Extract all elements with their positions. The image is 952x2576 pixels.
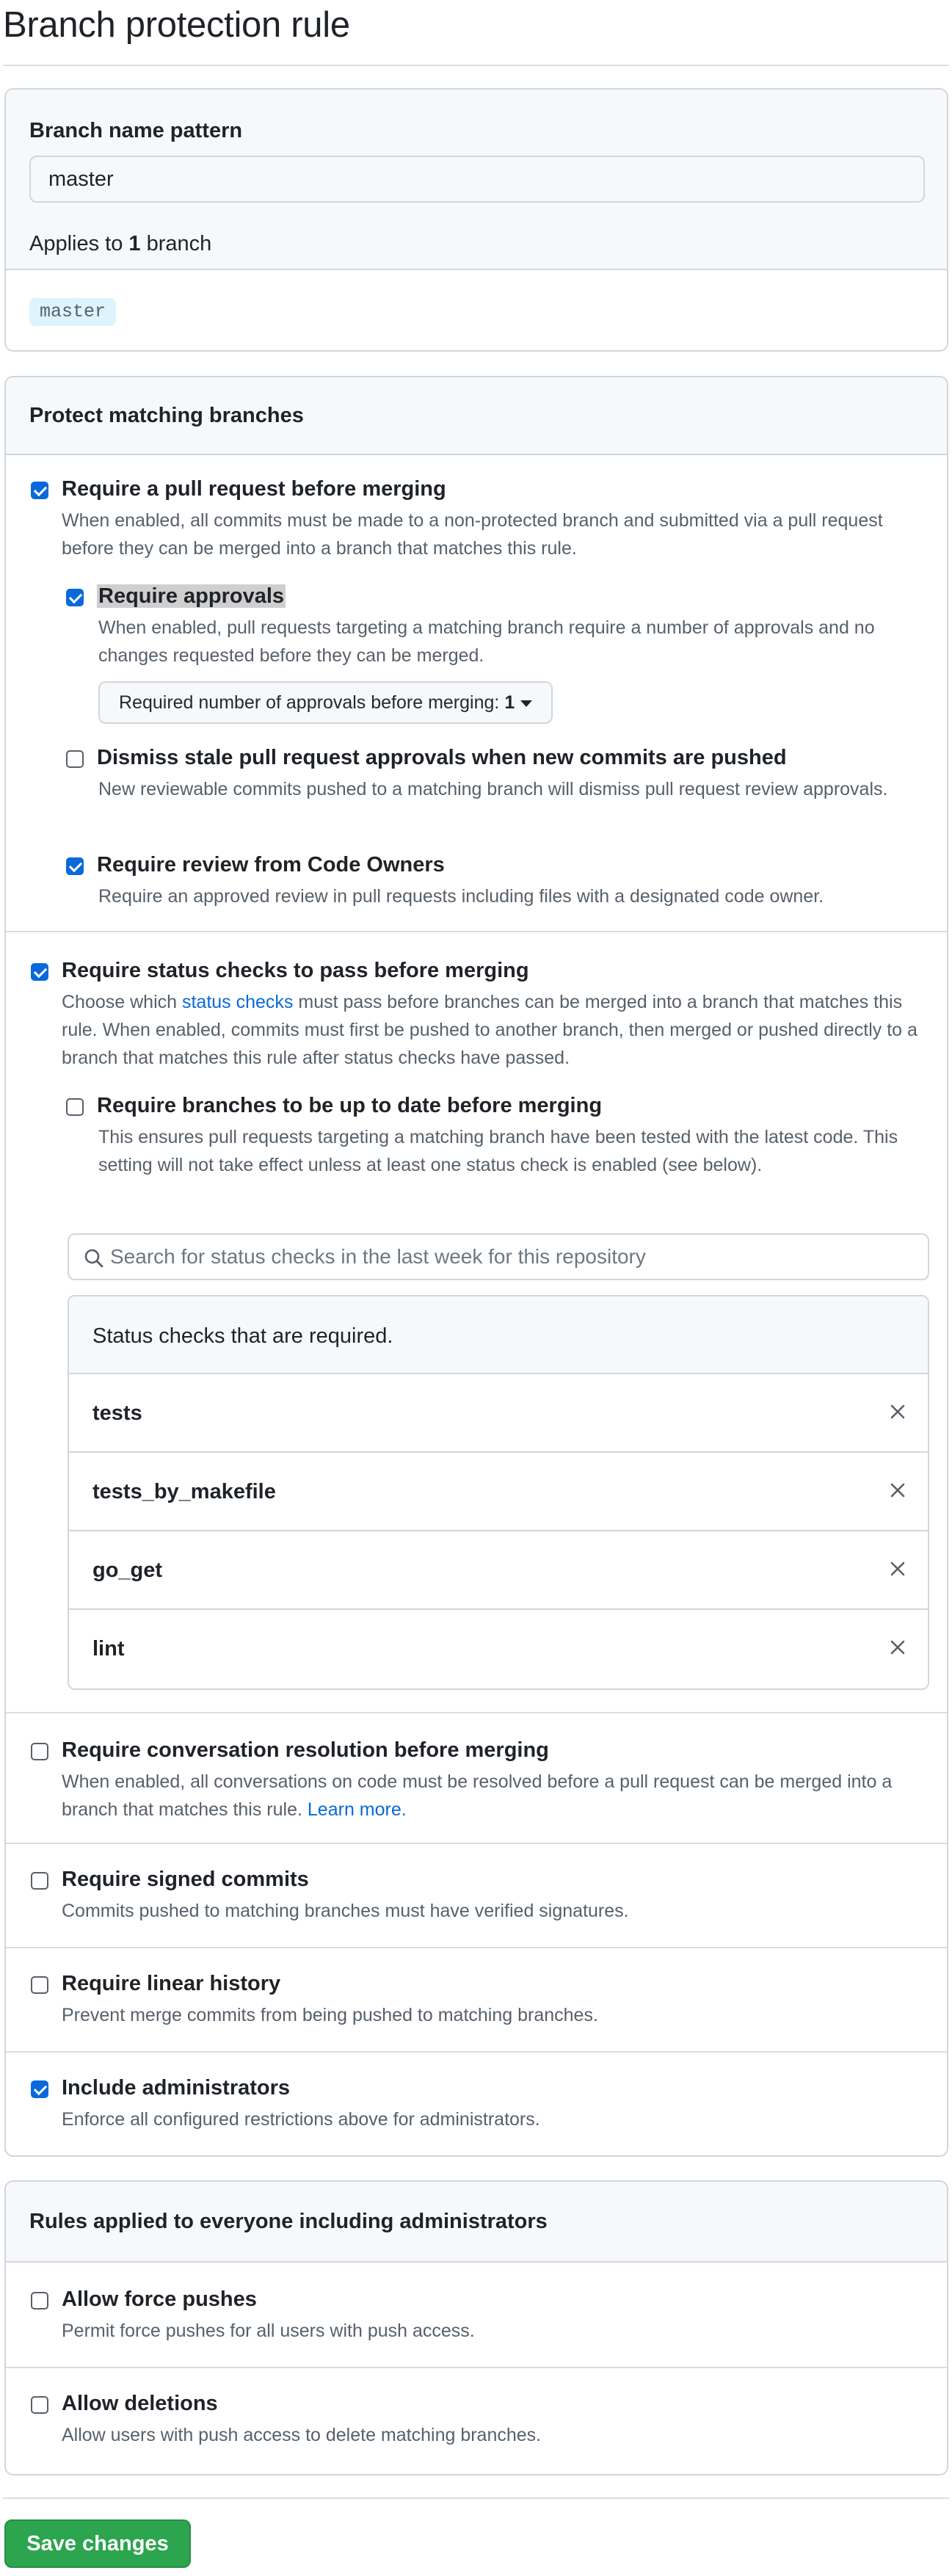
section-divider bbox=[6, 931, 947, 932]
close-icon[interactable] bbox=[888, 1638, 907, 1657]
require-approvals-label: Require approvals bbox=[97, 584, 286, 608]
signed-commits-desc: Commits pushed to matching branches must… bbox=[62, 1901, 629, 1921]
applies-suffix: branch bbox=[146, 232, 212, 255]
close-icon[interactable] bbox=[888, 1402, 907, 1421]
section-divider bbox=[6, 1712, 947, 1713]
protect-branches-panel: Protect matching branches Require a pull… bbox=[4, 376, 948, 2157]
require-pr-title: Require a pull request before merging bbox=[62, 477, 446, 501]
section-divider bbox=[6, 2051, 947, 2053]
applies-prefix: Applies to bbox=[29, 232, 123, 255]
linear-history-title: Require linear history bbox=[62, 1972, 281, 1995]
signed-commits-checkbox[interactable] bbox=[31, 1872, 48, 1890]
require-pr-desc: When enabled, all commits must be made t… bbox=[62, 510, 883, 559]
conversation-checkbox[interactable] bbox=[31, 1743, 48, 1760]
rules-heading: Rules applied to everyone including admi… bbox=[29, 2210, 548, 2233]
search-input[interactable] bbox=[110, 1235, 918, 1279]
status-checks-checkbox[interactable] bbox=[31, 963, 48, 981]
branch-pattern-header: Branch name pattern Applies to 1 branch bbox=[6, 90, 947, 270]
code-owners-checkbox[interactable] bbox=[66, 857, 84, 875]
check-name: tests bbox=[92, 1401, 142, 1425]
include-admins-checkbox[interactable] bbox=[31, 2080, 48, 2098]
close-icon[interactable] bbox=[888, 1481, 907, 1500]
require-approvals-desc: When enabled, pull requests targeting a … bbox=[98, 617, 875, 666]
footer-divider bbox=[3, 2497, 949, 2499]
up-to-date-checkbox[interactable] bbox=[66, 1098, 84, 1116]
status-checks-link[interactable]: status checks bbox=[182, 992, 293, 1012]
code-owners-desc: Require an approved review in pull reque… bbox=[98, 886, 824, 907]
check-row: tests_by_makefile bbox=[69, 1453, 928, 1531]
learn-more-link[interactable]: Learn more. bbox=[308, 1799, 407, 1820]
approvals-count-select[interactable]: Required number of approvals before merg… bbox=[98, 681, 553, 724]
branch-pattern-panel: Branch name pattern Applies to 1 branch … bbox=[4, 88, 948, 352]
force-push-desc: Permit force pushes for all users with p… bbox=[62, 2321, 475, 2341]
check-name: go_get bbox=[92, 1559, 163, 1582]
approvals-select-label: Required number of approvals before merg… bbox=[119, 692, 500, 713]
check-name: tests_by_makefile bbox=[92, 1480, 276, 1503]
conversation-title: Require conversation resolution before m… bbox=[62, 1738, 549, 1762]
force-push-checkbox[interactable] bbox=[31, 2292, 48, 2310]
deletions-checkbox[interactable] bbox=[31, 2396, 48, 2414]
protect-heading: Protect matching branches bbox=[29, 404, 304, 427]
required-checks-heading: Status checks that are required. bbox=[69, 1296, 928, 1374]
dismiss-stale-desc: New reviewable commits pushed to a match… bbox=[98, 779, 888, 799]
save-changes-button[interactable]: Save changes bbox=[4, 2519, 191, 2568]
section-divider bbox=[6, 1947, 947, 1948]
status-checks-desc: Choose which status checks must pass bef… bbox=[62, 988, 935, 1072]
page-title: Branch protection rule bbox=[3, 5, 350, 45]
caret-down-icon bbox=[520, 700, 533, 707]
up-to-date-desc: This ensures pull requests targeting a m… bbox=[98, 1127, 898, 1175]
conversation-desc: When enabled, all conversations on code … bbox=[62, 1768, 935, 1824]
include-admins-title: Include administrators bbox=[62, 2076, 291, 2100]
status-check-search[interactable] bbox=[68, 1233, 929, 1280]
section-divider bbox=[6, 1843, 947, 1844]
protect-header: Protect matching branches bbox=[6, 377, 947, 455]
require-pr-checkbox[interactable] bbox=[31, 482, 48, 499]
required-checks-list: Status checks that are required. tests t… bbox=[68, 1295, 929, 1690]
title-divider bbox=[3, 65, 949, 66]
section-divider bbox=[6, 2367, 947, 2368]
require-approvals-title: Require approvals bbox=[97, 584, 286, 609]
signed-commits-title: Require signed commits bbox=[62, 1868, 309, 1891]
include-admins-desc: Enforce all configured restrictions abov… bbox=[62, 2109, 540, 2130]
conversation-desc-text: When enabled, all conversations on code … bbox=[62, 1771, 893, 1820]
check-row: go_get bbox=[69, 1531, 928, 1610]
up-to-date-title: Require branches to be up to date before… bbox=[97, 1094, 603, 1117]
applies-count: 1 bbox=[128, 232, 141, 255]
status-checks-desc-start: Choose which bbox=[62, 992, 178, 1012]
linear-history-desc: Prevent merge commits from being pushed … bbox=[62, 2005, 598, 2025]
page: Branch protection rule Branch name patte… bbox=[0, 0, 952, 2576]
check-row: lint bbox=[69, 1610, 928, 1688]
dismiss-stale-checkbox[interactable] bbox=[66, 750, 84, 768]
applies-to-text: Applies to 1 branch bbox=[29, 232, 211, 256]
status-checks-title: Require status checks to pass before mer… bbox=[62, 959, 529, 982]
linear-history-checkbox[interactable] bbox=[31, 1976, 48, 1994]
branch-pattern-label: Branch name pattern bbox=[29, 119, 243, 142]
dismiss-stale-title: Dismiss stale pull request approvals whe… bbox=[97, 746, 787, 769]
rules-header: Rules applied to everyone including admi… bbox=[6, 2182, 947, 2263]
branch-chip: master bbox=[29, 298, 117, 326]
deletions-title: Allow deletions bbox=[62, 2392, 218, 2415]
code-owners-title: Require review from Code Owners bbox=[97, 853, 445, 877]
rules-everyone-panel: Rules applied to everyone including admi… bbox=[4, 2180, 948, 2475]
close-icon[interactable] bbox=[888, 1559, 907, 1578]
require-approvals-checkbox[interactable] bbox=[66, 589, 84, 606]
deletions-desc: Allow users with push access to delete m… bbox=[62, 2425, 542, 2445]
approvals-select-value: 1 bbox=[504, 692, 515, 713]
check-row: tests bbox=[69, 1374, 928, 1453]
branch-pattern-input[interactable] bbox=[29, 156, 925, 203]
search-icon bbox=[84, 1249, 103, 1268]
check-name: lint bbox=[92, 1637, 125, 1661]
force-push-title: Allow force pushes bbox=[62, 2287, 257, 2311]
